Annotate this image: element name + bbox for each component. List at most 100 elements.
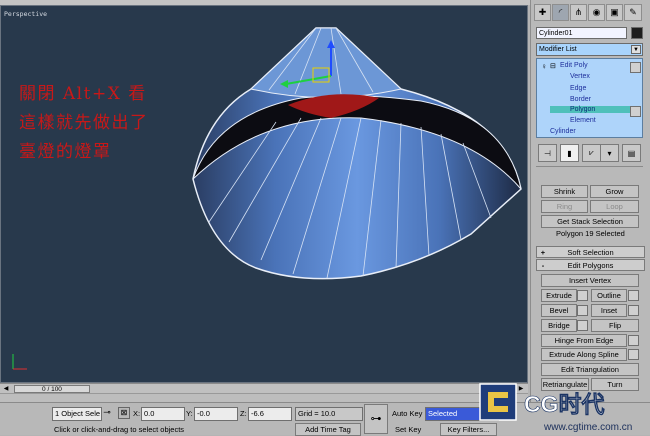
grow-button[interactable]: Grow [590,185,639,198]
flip-button[interactable]: Flip [591,319,639,332]
stack-item-edge[interactable]: Edge [570,85,586,92]
stack-item-border[interactable]: Border [570,96,591,103]
pin-stack-button[interactable]: ⊣ [538,144,557,162]
motion-icon: ◉ [592,7,601,17]
annotation-overlay: 關閉 Alt+X 看 這樣就先做出了 臺燈的燈罩 [19,80,149,167]
extrude-along-spline-button[interactable]: Extrude Along Spline [541,348,627,361]
stack-item-vertex[interactable]: Vertex [570,73,590,80]
chevron-left-icon[interactable]: ◀ [0,385,12,393]
stack-item-edit-poly[interactable]: Edit Poly [560,62,588,69]
viewport-label[interactable]: Perspective [4,10,47,18]
prompt-line: Click or click-and-drag to select object… [54,425,185,434]
bevel-settings-icon[interactable] [577,305,588,316]
rollout-title: Edit Polygons [567,260,614,270]
rollout-toggle: - [541,260,545,270]
x-label: X: [133,409,141,418]
modify-icon: ◜ [558,7,563,17]
extrude-settings-icon[interactable] [577,290,588,301]
utilities-tab[interactable]: ✎ [624,4,642,21]
bevel-button[interactable]: Bevel [541,304,577,317]
key-icon[interactable]: ⊶ [364,404,388,434]
z-coordinate-field[interactable]: -6.6 [248,407,292,421]
y-coordinate-field[interactable]: -0.0 [194,407,238,421]
pin-icon: ⊣ [544,148,551,158]
chevron-down-icon: ▼ [631,45,641,54]
bridge-button[interactable]: Bridge [541,319,577,332]
bridge-settings-icon[interactable] [577,320,588,331]
insert-vertex-button[interactable]: Insert Vertex [541,274,639,287]
add-time-tag-button[interactable]: Add Time Tag [295,423,361,436]
hinge-from-edge-button[interactable]: Hinge From Edge [541,334,627,347]
end-result-icon: ▮ [567,148,572,158]
extrude-button[interactable]: Extrude [541,289,577,302]
make-unique-button[interactable]: ⩗ [582,144,601,162]
stack-item-polygon[interactable]: Polygon [550,106,630,113]
time-slider[interactable]: 0 / 100 [14,385,90,393]
make-unique-icon: ⩗ [589,148,594,157]
cgtime-watermark: CG时代 www.cgtime.com.cn [479,383,632,433]
trash-icon: ▾ [607,148,612,158]
stack-item-element[interactable]: Element [570,117,596,124]
annotation-line-2: 這樣就先做出了 [19,113,149,133]
edit-polygons-rollout[interactable]: - Edit Polygons [536,259,645,271]
modifier-toggle-icon[interactable] [630,62,641,73]
auto-key-button[interactable]: Auto Key [392,409,422,418]
object-name-field[interactable]: Cylinder01 [536,27,627,39]
extrude-spline-settings-icon[interactable] [628,349,639,360]
selection-count-field: 1 Object Sele [52,407,102,421]
light-bulb-icon[interactable]: ♀ [541,62,547,71]
object-color-swatch[interactable] [631,27,643,39]
watermark-url: www.cgtime.com.cn [543,422,632,433]
lock-selection-icon[interactable]: ⊸ [101,407,113,419]
hierarchy-icon: ⋔ [574,7,583,17]
show-end-result-button[interactable]: ▮ [560,144,579,162]
time-slider-track[interactable]: 0 / 100 ◀ ▶ [0,383,528,393]
annotation-line-3: 臺燈的燈罩 [19,142,112,162]
soft-selection-rollout[interactable]: + Soft Selection [536,246,645,258]
get-stack-selection-button[interactable]: Get Stack Selection [541,215,639,228]
edit-triangulation-button[interactable]: Edit Triangulation [541,363,639,376]
outline-button[interactable]: Outline [591,289,627,302]
configure-icon: ▤ [627,148,636,158]
watermark-logo-text: CG时代 [524,391,605,417]
configure-sets-button[interactable]: ▤ [622,144,641,162]
y-label: Y: [186,409,193,418]
x-coordinate-field[interactable]: 0.0 [141,407,185,421]
display-icon: ▣ [610,7,619,17]
trackbar[interactable] [0,393,528,402]
rollout-title: Soft Selection [567,247,614,257]
modifier-list-label: Modifier List [539,46,577,53]
ring-button[interactable]: Ring [541,200,588,213]
create-icon: ✚ [538,7,547,17]
absolute-mode-icon[interactable]: ⊠ [118,407,130,419]
display-tab[interactable]: ▣ [606,4,623,21]
stack-tools: ⊣ ▮ ⩗ ▾ ▤ [536,144,643,162]
watermark-emblem [479,383,517,421]
loop-button[interactable]: Loop [590,200,639,213]
view-axis-tripod [12,354,27,370]
perspective-viewport[interactable]: Perspective 關閉 Alt+X 看 這樣就先做出了 臺燈的燈罩 [0,5,528,383]
hierarchy-tab[interactable]: ⋔ [570,4,587,21]
lampshade-model [12,27,522,370]
inset-button[interactable]: Inset [591,304,627,317]
annotation-line-1: 關閉 Alt+X 看 [19,84,147,104]
motion-tab[interactable]: ◉ [588,4,605,21]
modify-tab[interactable]: ◜ [552,4,569,21]
selection-status-label: Polygon 19 Selected [556,229,625,238]
outline-settings-icon[interactable] [628,290,639,301]
subobject-toggle-icon[interactable] [630,106,641,117]
collapse-icon[interactable]: ⊟ [550,62,556,70]
remove-modifier-button[interactable]: ▾ [600,144,619,162]
grid-size-display: Grid = 10.0 [295,407,363,421]
inset-settings-icon[interactable] [628,305,639,316]
z-label: Z: [240,409,247,418]
shrink-button[interactable]: Shrink [541,185,588,198]
hinge-settings-icon[interactable] [628,335,639,346]
create-tab[interactable]: ✚ [534,4,551,21]
rollout-toggle: + [540,247,546,257]
panel-divider [536,166,643,167]
modifier-stack[interactable]: ♀ ⊟ Edit Poly Vertex Edge Border Polygon… [536,58,643,138]
modifier-list-dropdown[interactable]: Modifier List ▼ [536,43,643,56]
set-key-button[interactable]: Set Key [395,425,421,434]
stack-item-cylinder[interactable]: Cylinder [550,128,576,135]
